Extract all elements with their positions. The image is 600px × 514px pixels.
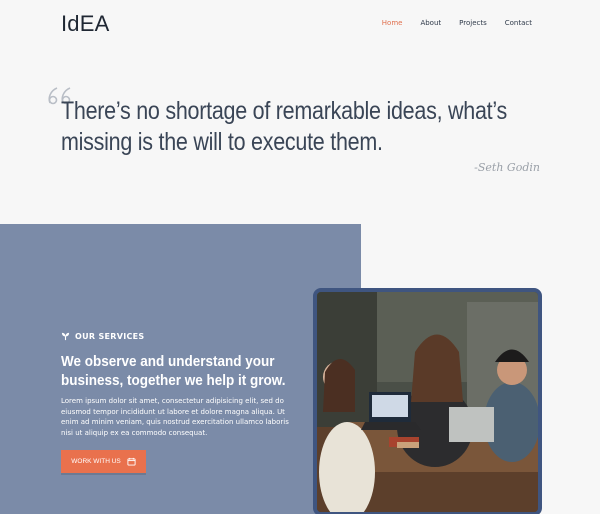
nav-about[interactable]: About (420, 19, 441, 27)
site-header: IdEA Home About Projects Contact (0, 0, 600, 50)
services-title: We observe and understand your business,… (61, 353, 286, 389)
main-nav: Home About Projects Contact (364, 19, 532, 27)
nav-home[interactable]: Home (382, 19, 403, 27)
services-panel: OUR SERVICES We observe and understand y… (0, 224, 361, 514)
quote-text: There’s no shortage of remarkable ideas,… (61, 97, 508, 156)
services-label-text: OUR SERVICES (75, 332, 145, 341)
calendar-icon (127, 457, 136, 466)
nav-projects[interactable]: Projects (459, 19, 487, 27)
quote-section: There’s no shortage of remarkable ideas,… (0, 60, 600, 220)
work-with-us-button[interactable]: WORK WITH US (61, 450, 146, 473)
quote-author: -Seth Godin (474, 161, 540, 174)
leaf-sprout-icon (61, 332, 70, 341)
team-meeting-illustration (317, 292, 538, 512)
nav-contact[interactable]: Contact (505, 19, 532, 27)
work-with-us-label: WORK WITH US (71, 458, 121, 465)
team-photo (313, 288, 542, 514)
services-body: Lorem ipsum dolor sit amet, consectetur … (61, 397, 289, 437)
services-label: OUR SERVICES (61, 332, 145, 341)
logo[interactable]: IdEA (61, 11, 110, 37)
